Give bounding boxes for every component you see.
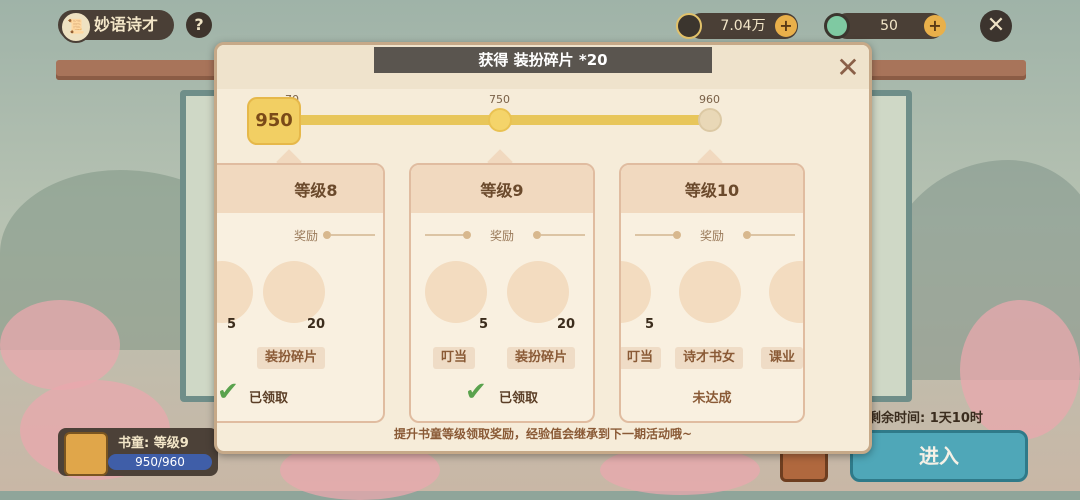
progress-label: 960 [699,93,720,106]
item-count: 5 [479,317,489,332]
jade-ring-icon[interactable] [621,261,651,323]
card-level-title: 等级8 [294,181,338,200]
progress-node-reached [488,108,512,132]
item-name: 装扮碎片 [257,347,326,369]
blossom-cluster [0,300,120,390]
help-button[interactable]: ? [186,12,212,38]
item-name: 诗才书女 [675,347,744,369]
jade-token-icon [824,13,850,39]
jade-ring-icon[interactable] [217,261,253,323]
item-name: 叮当 [621,347,662,369]
item-count: 5 [645,317,655,332]
divider-dot [533,231,541,239]
item-name: 装扮碎片 [507,347,576,369]
add-currency-button[interactable]: + [775,15,797,37]
scroll-icon[interactable] [769,261,803,323]
progress-node-locked [698,108,722,132]
jade-ring-icon[interactable] [425,261,487,323]
close-modal-button[interactable]: ✕ [835,54,861,82]
card-level-title: 等级9 [480,181,524,200]
item-name: 课业 [761,347,803,369]
item-count: 20 [307,317,326,332]
progress-label: 750 [489,93,510,106]
divider-line [331,234,375,236]
robe-icon[interactable] [263,261,325,323]
reward-toast: 获得 装扮碎片 *20 [374,47,712,73]
divider-dot [673,231,681,239]
rank-name: 书童: 等级9 [118,436,189,451]
current-exp-badge: 950 [247,97,301,145]
item-count: 20 [557,317,576,332]
divider-dot [743,231,751,239]
book-avatar-icon [64,432,108,476]
claim-status: 已领取 [499,391,539,406]
robe-icon[interactable] [507,261,569,323]
divider-line [751,234,795,236]
item-name: 叮当 [433,347,476,369]
coin-icon [676,13,702,39]
divider-line [541,234,585,236]
claim-status: 已领取 [249,391,289,406]
add-token-button[interactable]: + [924,15,946,37]
claim-status: 未达成 [692,391,732,406]
footer-note: 提升书童等级领取奖励，经验值会继承到下一期活动哦~ [393,427,693,441]
book-icon: 📜 [60,11,92,43]
level-card: 等级10 奖励 5 叮当 诗才书女 课业 未达成 [619,163,805,423]
divider-dot [463,231,471,239]
exp-bar: 950/960 [108,454,212,470]
level-rewards-modal: 获得 装扮碎片 *20 ✕ 70 750 960 950 等级8 奖励 5 20… [214,42,872,454]
close-page-button[interactable]: ✕ [980,10,1012,42]
remaining-time: 剩余时间: 1天10时 [868,411,983,426]
enter-button[interactable]: 进入 [850,430,1028,482]
item-count: 5 [227,317,237,332]
check-icon: ✔ [217,377,239,407]
divider-dot [323,231,331,239]
level-card: 等级9 奖励 5 叮当 20 装扮碎片 ✔ 已领取 [409,163,595,423]
scholar-girl-icon[interactable] [679,261,741,323]
check-icon: ✔ [465,377,487,407]
level-card: 等级8 奖励 5 20 装扮碎片 ✔ 已领取 [217,163,385,423]
card-level-title: 等级10 [684,181,740,200]
